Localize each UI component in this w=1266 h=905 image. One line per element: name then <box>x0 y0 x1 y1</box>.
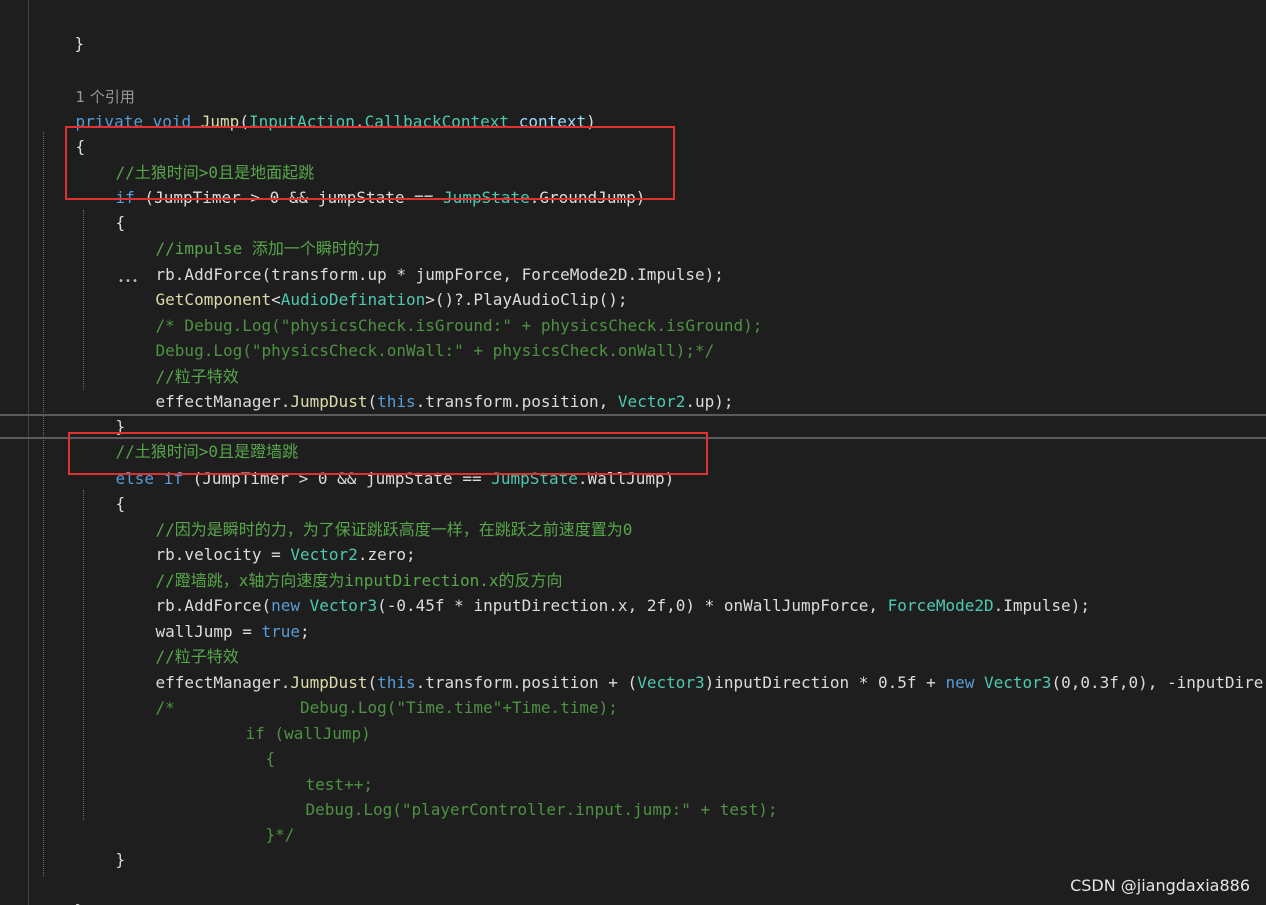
keyword: new <box>945 672 975 692</box>
code-line[interactable]: Debug.Log("playerController.input.jump:"… <box>267 771 778 819</box>
code-line[interactable]: effectManager.JumpDust(this.transform.po… <box>117 644 1264 692</box>
code-line[interactable]: /* Debug.Log("physicsCheck.isGround:" + … <box>117 287 763 335</box>
keyword: true <box>261 621 301 641</box>
annotation-box-ground-jump <box>65 126 675 200</box>
comment: }*/ <box>265 824 295 844</box>
comment: Debug.Log("playerController.input.jump:"… <box>305 799 778 819</box>
code-line[interactable]: } <box>77 821 126 869</box>
code-line[interactable]: rb.velocity = Vector2.zero; <box>117 516 416 564</box>
type-name: ForceMode2D <box>887 595 994 615</box>
suggestion-dots[interactable]: ••• <box>118 276 139 287</box>
code-text: ; <box>300 621 310 641</box>
code-line[interactable]: } <box>36 872 85 905</box>
method-name: JumpDust <box>290 391 368 411</box>
type-name: Vector3 <box>309 595 378 615</box>
brace: } <box>74 33 85 53</box>
code-line[interactable]: } <box>36 5 85 53</box>
code-line[interactable]: /* Debug.Log("Time.time"+Time.time); <box>117 669 618 717</box>
code-line[interactable]: } <box>77 388 126 436</box>
code-line[interactable]: //impulse 添加一个瞬时的力 <box>117 210 380 258</box>
code-text: (0,0.3f,0), -inputDire <box>1051 672 1264 692</box>
code-line[interactable]: rb.AddForce(transform.up * jumpForce, Fo… <box>117 236 724 284</box>
annotation-box-wall-jump <box>68 432 708 475</box>
keyword: this <box>377 391 416 411</box>
code-line[interactable]: //粒子特效 <box>117 338 239 386</box>
code-line-signature[interactable]: private void Jump(InputAction.CallbackCo… <box>37 83 596 131</box>
code-line[interactable]: //粒子特效 <box>117 618 239 666</box>
code-line[interactable]: }*/ <box>227 796 295 844</box>
code-line[interactable]: test++; <box>267 746 373 794</box>
brace: } <box>75 901 85 905</box>
code-text: effectManager. <box>155 391 291 411</box>
code-text: .transform.position, <box>415 391 618 411</box>
code-editor[interactable]: } 1 个引用 private void Jump(InputAction.Ca… <box>0 0 1266 905</box>
codelens-references[interactable]: 1 个引用 <box>37 58 135 106</box>
type-name: Vector2 <box>617 391 686 411</box>
sticky-scroll-divider <box>0 414 1266 416</box>
code-line[interactable]: effectManager.JumpDust(this.transform.po… <box>117 363 734 411</box>
code-line[interactable]: { <box>227 720 276 768</box>
code-line[interactable]: //蹬墙跳，x轴方向速度为inputDirection.x的反方向 <box>117 542 563 590</box>
code-line[interactable]: wallJump = true; <box>117 593 310 641</box>
code-line[interactable]: //因为是瞬时的力，为了保证跳跃高度一样，在跳跃之前速度置为0 <box>117 491 633 539</box>
comment: Debug.Log("physicsCheck.onWall:" + physi… <box>155 340 715 360</box>
code-text: )inputDirection * 0.5f + <box>704 672 946 692</box>
type-name: Vector3 <box>984 672 1052 692</box>
left-margin-guide <box>28 0 29 905</box>
code-line[interactable]: Debug.Log("physicsCheck.onWall:" + physi… <box>117 312 715 360</box>
indent-guide-1 <box>43 132 44 877</box>
code-text: .Impulse); <box>993 595 1090 615</box>
code-line[interactable]: if (wallJump) <box>207 695 371 743</box>
code-line[interactable]: GetComponent<AudioDefination>()?.PlayAud… <box>117 261 628 309</box>
code-text: (-0.45f * inputDirection.x, 2f,0) * onWa… <box>377 595 888 615</box>
brace: } <box>115 849 126 869</box>
code-text: .up); <box>685 391 734 411</box>
type-name: Vector3 <box>637 672 705 692</box>
watermark: CSDN @jiangdaxia886 <box>1070 876 1250 895</box>
code-line[interactable]: rb.AddForce(new Vector3(-0.45f * inputDi… <box>117 567 1090 615</box>
